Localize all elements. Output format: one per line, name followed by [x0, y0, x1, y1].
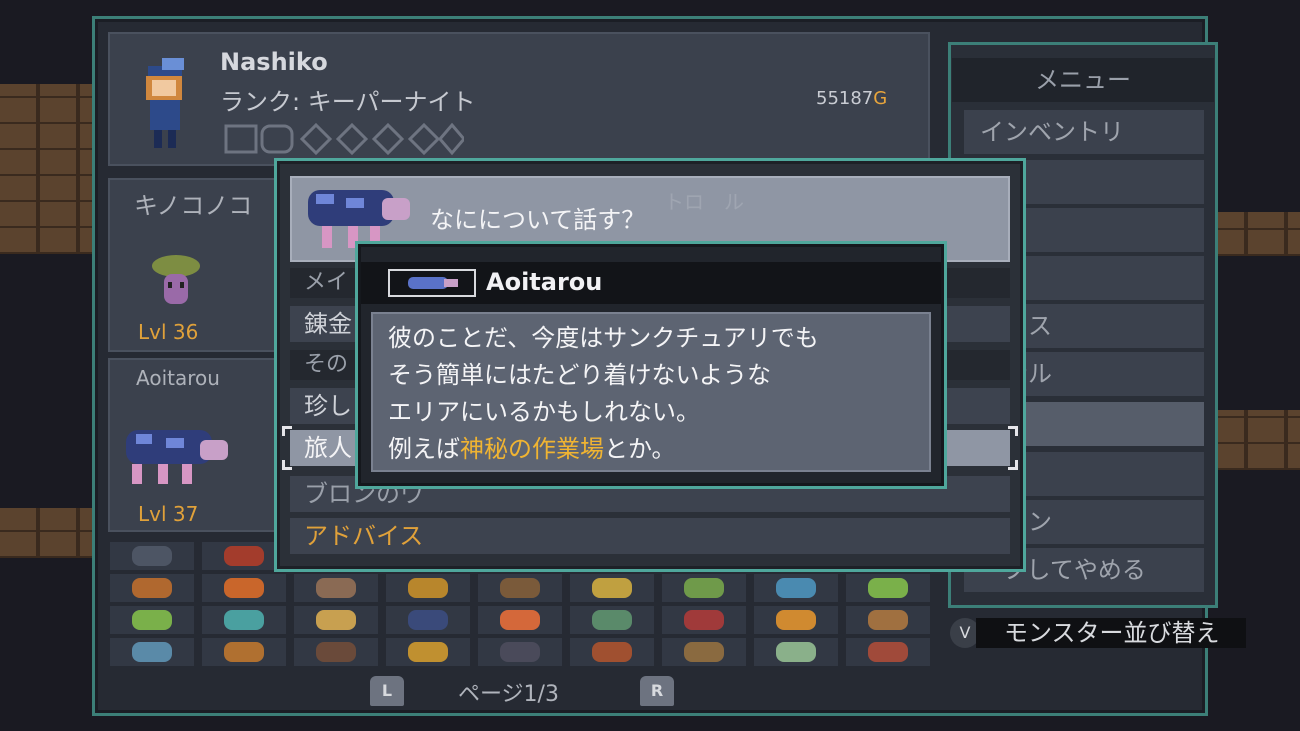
monster-cell[interactable]: [202, 606, 286, 634]
menu-title: メニュー: [952, 58, 1214, 102]
speech-line-4-prefix: 例えば: [388, 435, 460, 463]
selection-corner-tl: [282, 426, 292, 436]
behind-text: トロ ル: [664, 190, 744, 214]
monster-cell[interactable]: [846, 574, 930, 602]
monster-cell[interactable]: [386, 574, 470, 602]
monster-cell[interactable]: [110, 606, 194, 634]
speech-line-3: エリアにいるかもしれない。: [388, 398, 700, 426]
brick-floor-right: [1208, 410, 1300, 470]
monster-cell[interactable]: [478, 638, 562, 666]
brick-wall-left: [0, 84, 92, 254]
menu-item-inventory[interactable]: インベントリ: [964, 110, 1204, 154]
player-sprite: [146, 58, 184, 148]
talk-prompt: なにについて話す？: [430, 206, 646, 234]
monster-cell[interactable]: [386, 606, 470, 634]
monster-cell[interactable]: [202, 638, 286, 666]
brick-wall-right: [1208, 212, 1300, 256]
monster-cell[interactable]: [662, 638, 746, 666]
monster-cell[interactable]: [570, 574, 654, 602]
selection-corner-bl: [282, 460, 292, 470]
monster-cell[interactable]: [294, 638, 378, 666]
party-slot-1-name: キノコノコ: [134, 192, 253, 220]
speaker-icon: [388, 269, 476, 297]
player-name: Nashiko: [220, 48, 328, 76]
monster-cell[interactable]: [570, 638, 654, 666]
gold-amount: 55187: [816, 88, 874, 109]
brick-floor-left: [0, 508, 92, 558]
selection-corner-br: [1008, 460, 1018, 470]
monster-cell[interactable]: [754, 638, 838, 666]
monster-cell[interactable]: [202, 574, 286, 602]
monster-cell[interactable]: [110, 574, 194, 602]
speaker-name: Aoitarou: [486, 268, 603, 296]
monster-cell[interactable]: [754, 606, 838, 634]
monster-cell[interactable]: [846, 606, 930, 634]
party-slot-2-level: Lvl 37: [138, 502, 199, 526]
monster-cell[interactable]: [662, 606, 746, 634]
sort-monsters-label[interactable]: モンスター並び替え: [1004, 618, 1220, 648]
selection-corner-tr: [1008, 426, 1018, 436]
party-slot-1-level: Lvl 36: [138, 320, 199, 344]
aoitarou-sprite: [126, 430, 228, 484]
monster-cell[interactable]: [110, 542, 194, 570]
player-rank: ランク: キーパーナイト: [220, 88, 476, 116]
key-item-icons: [224, 122, 466, 156]
party-slot-2-name: Aoitarou: [136, 366, 220, 390]
monster-cell[interactable]: [846, 638, 930, 666]
monster-cell[interactable]: [478, 574, 562, 602]
speech-line-4: 例えば神秘の作業場とか。: [388, 431, 819, 468]
speech-text: 彼のことだ、今度はサンクチュアリでも そう簡単にはたどり着けないような エリアに…: [388, 320, 819, 468]
monster-cell[interactable]: [386, 638, 470, 666]
monster-cell[interactable]: [294, 606, 378, 634]
monster-cell[interactable]: [662, 574, 746, 602]
monster-cell[interactable]: [110, 638, 194, 666]
speech-line-1: 彼のことだ、今度はサンクチュアリでも: [388, 324, 819, 352]
page-right-button[interactable]: R: [640, 676, 674, 706]
monster-cell[interactable]: [294, 574, 378, 602]
mushroom-monster-sprite: [152, 255, 200, 304]
gold-symbol: G: [873, 88, 888, 109]
key-items-row: [224, 122, 466, 156]
talk-option-advice[interactable]: アドバイス: [290, 518, 1010, 554]
gold-display: 55187G: [816, 88, 887, 109]
speech-line-4-suffix: とか。: [604, 435, 676, 463]
monster-cell[interactable]: [478, 606, 562, 634]
page-left-button[interactable]: L: [370, 676, 404, 706]
speech-line-2: そう簡単にはたどり着けないような: [388, 361, 772, 389]
monster-cell[interactable]: [754, 574, 838, 602]
monster-cell[interactable]: [570, 606, 654, 634]
page-indicator: ページ1/3: [458, 682, 559, 707]
location-highlight: 神秘の作業場: [460, 435, 604, 463]
